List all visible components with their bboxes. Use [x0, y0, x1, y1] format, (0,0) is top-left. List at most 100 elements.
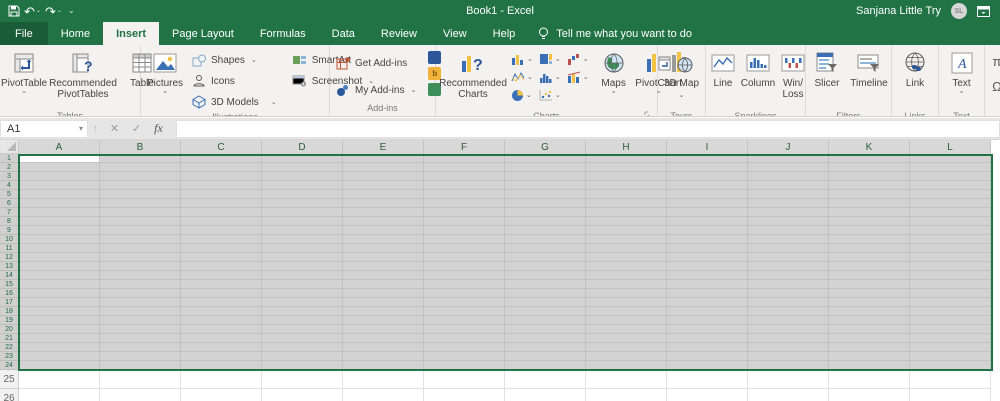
row-header-17[interactable]: 17 — [0, 298, 19, 307]
select-all-button[interactable] — [0, 140, 19, 154]
cell-F23[interactable] — [424, 352, 505, 361]
cell-I21[interactable] — [667, 334, 748, 343]
cell-K5[interactable] — [829, 190, 910, 199]
cell-I20[interactable] — [667, 325, 748, 334]
cell-K13[interactable] — [829, 262, 910, 271]
cell-D15[interactable] — [262, 280, 343, 289]
cell-D2[interactable] — [262, 163, 343, 172]
cell-A3[interactable] — [19, 172, 100, 181]
cell-L18[interactable] — [910, 307, 991, 316]
cell-F5[interactable] — [424, 190, 505, 199]
row-header-2[interactable]: 2 — [0, 163, 19, 172]
sparkline-line-button[interactable]: Line — [708, 48, 738, 110]
symbol-button[interactable]: Ω Symbol — [987, 78, 1000, 95]
cell-D20[interactable] — [262, 325, 343, 334]
cell-F10[interactable] — [424, 235, 505, 244]
cell-A13[interactable] — [19, 262, 100, 271]
cell-B5[interactable] — [100, 190, 181, 199]
cell-B26[interactable] — [100, 389, 181, 401]
cell-L25[interactable] — [910, 370, 991, 389]
row-header-20[interactable]: 20 — [0, 325, 19, 334]
cell-H24[interactable] — [586, 361, 667, 370]
cell-E12[interactable] — [343, 253, 424, 262]
cell-B21[interactable] — [100, 334, 181, 343]
cell-D21[interactable] — [262, 334, 343, 343]
cell-G20[interactable] — [505, 325, 586, 334]
cell-G21[interactable] — [505, 334, 586, 343]
row-header-5[interactable]: 5 — [0, 190, 19, 199]
cell-E1[interactable] — [343, 154, 424, 163]
cell-K19[interactable] — [829, 316, 910, 325]
row-header-13[interactable]: 13 — [0, 262, 19, 271]
cell-E19[interactable] — [343, 316, 424, 325]
cell-A2[interactable] — [19, 163, 100, 172]
cell-K15[interactable] — [829, 280, 910, 289]
cell-C4[interactable] — [181, 181, 262, 190]
cell-J17[interactable] — [748, 298, 829, 307]
cell-F26[interactable] — [424, 389, 505, 401]
cell-D7[interactable] — [262, 208, 343, 217]
cell-D13[interactable] — [262, 262, 343, 271]
cell-I18[interactable] — [667, 307, 748, 316]
tab-file[interactable]: File — [0, 22, 48, 45]
cell-C24[interactable] — [181, 361, 262, 370]
cell-C5[interactable] — [181, 190, 262, 199]
cell-B4[interactable] — [100, 181, 181, 190]
cell-F16[interactable] — [424, 289, 505, 298]
cell-J3[interactable] — [748, 172, 829, 181]
cell-E7[interactable] — [343, 208, 424, 217]
cell-A23[interactable] — [19, 352, 100, 361]
insert-line-chart-button[interactable]: ⌄ — [509, 68, 535, 86]
cell-E24[interactable] — [343, 361, 424, 370]
cell-H16[interactable] — [586, 289, 667, 298]
cell-C13[interactable] — [181, 262, 262, 271]
row-header-14[interactable]: 14 — [0, 271, 19, 280]
cell-B11[interactable] — [100, 244, 181, 253]
cell-E4[interactable] — [343, 181, 424, 190]
cell-J26[interactable] — [748, 389, 829, 401]
cell-B22[interactable] — [100, 343, 181, 352]
cell-C15[interactable] — [181, 280, 262, 289]
cell-E8[interactable] — [343, 217, 424, 226]
cell-E9[interactable] — [343, 226, 424, 235]
cell-L10[interactable] — [910, 235, 991, 244]
cell-A10[interactable] — [19, 235, 100, 244]
cell-F11[interactable] — [424, 244, 505, 253]
column-header-K[interactable]: K — [829, 140, 910, 154]
sparkline-column-button[interactable]: Column — [739, 48, 777, 110]
cell-C2[interactable] — [181, 163, 262, 172]
column-header-B[interactable]: B — [100, 140, 181, 154]
row-header-11[interactable]: 11 — [0, 244, 19, 253]
cell-A8[interactable] — [19, 217, 100, 226]
cell-L21[interactable] — [910, 334, 991, 343]
cell-B25[interactable] — [100, 370, 181, 389]
cell-G4[interactable] — [505, 181, 586, 190]
cell-A18[interactable] — [19, 307, 100, 316]
cell-I5[interactable] — [667, 190, 748, 199]
row-header-26[interactable]: 26 — [0, 389, 19, 401]
cell-G23[interactable] — [505, 352, 586, 361]
cell-J12[interactable] — [748, 253, 829, 262]
row-header-4[interactable]: 4 — [0, 181, 19, 190]
cell-K7[interactable] — [829, 208, 910, 217]
cell-K2[interactable] — [829, 163, 910, 172]
cell-L1[interactable] — [910, 154, 991, 163]
cell-H5[interactable] — [586, 190, 667, 199]
cell-D17[interactable] — [262, 298, 343, 307]
cell-A17[interactable] — [19, 298, 100, 307]
cell-E21[interactable] — [343, 334, 424, 343]
cell-C6[interactable] — [181, 199, 262, 208]
row-header-3[interactable]: 3 — [0, 172, 19, 181]
cell-G17[interactable] — [505, 298, 586, 307]
row-header-10[interactable]: 10 — [0, 235, 19, 244]
insert-statistic-chart-button[interactable]: ⌄ — [537, 68, 563, 86]
cell-L6[interactable] — [910, 199, 991, 208]
cell-J15[interactable] — [748, 280, 829, 289]
cell-J6[interactable] — [748, 199, 829, 208]
cell-H20[interactable] — [586, 325, 667, 334]
cell-J11[interactable] — [748, 244, 829, 253]
cell-K17[interactable] — [829, 298, 910, 307]
cell-K16[interactable] — [829, 289, 910, 298]
cell-B12[interactable] — [100, 253, 181, 262]
slicer-button[interactable]: Slicer — [808, 48, 846, 110]
